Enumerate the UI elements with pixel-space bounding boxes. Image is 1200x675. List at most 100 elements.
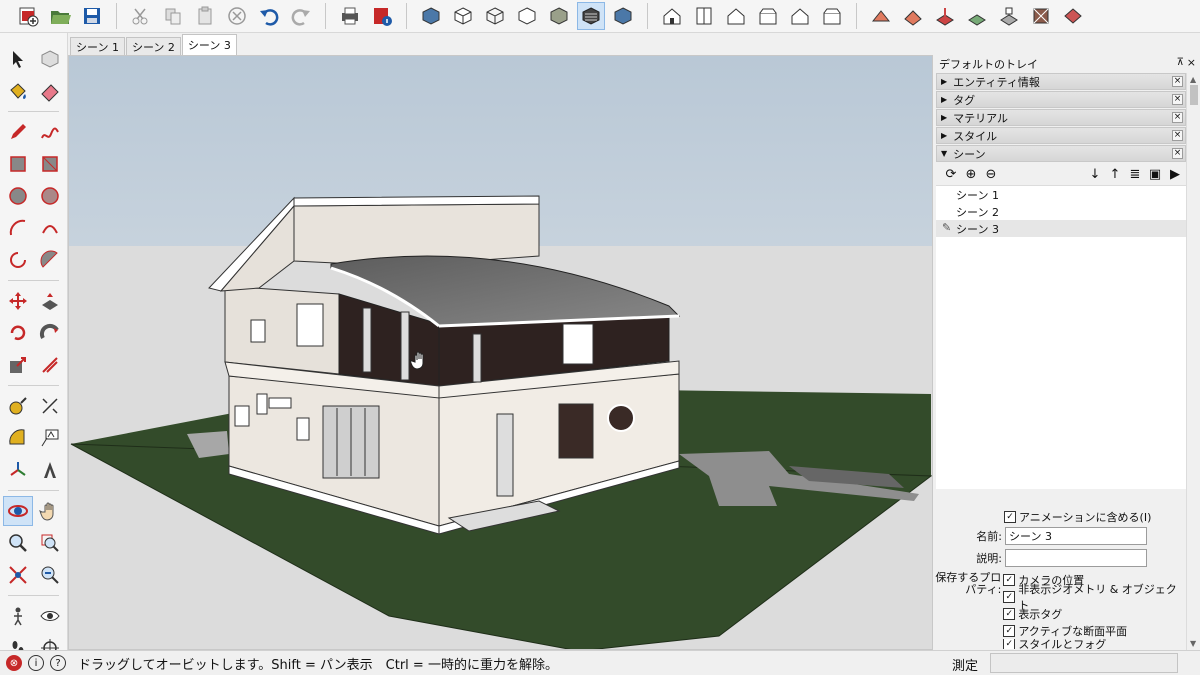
tab-scene-2[interactable]: シーン 2: [125, 37, 181, 55]
axes-button[interactable]: [3, 455, 33, 485]
drape-button[interactable]: [995, 2, 1023, 30]
smoove-button[interactable]: [931, 2, 959, 30]
rotated-rect-button[interactable]: [35, 149, 65, 179]
credits-icon[interactable]: i: [28, 655, 44, 671]
tray-close-icon[interactable]: ×: [1187, 56, 1196, 69]
scene-description-input[interactable]: [1005, 549, 1147, 567]
update-scene-icon[interactable]: ⟳: [942, 165, 960, 183]
arc3-button[interactable]: [3, 245, 33, 275]
sandbox-scratch-button[interactable]: [899, 2, 927, 30]
list-item-scene-1[interactable]: シーン 1: [936, 186, 1186, 203]
checkbox-checked-icon[interactable]: ✓: [1003, 607, 1016, 620]
redo-button[interactable]: [287, 2, 315, 30]
cut-button[interactable]: [127, 2, 155, 30]
paste-button[interactable]: [191, 2, 219, 30]
save-button[interactable]: [78, 2, 106, 30]
offset-button[interactable]: [35, 350, 65, 380]
close-icon[interactable]: ×: [1172, 148, 1183, 159]
front-view-button[interactable]: [722, 2, 750, 30]
close-icon[interactable]: ×: [1172, 76, 1183, 87]
back-view-button[interactable]: [786, 2, 814, 30]
view-options-icon[interactable]: ≣: [1126, 165, 1144, 183]
panel-entity-info[interactable]: ▶ エンティティ情報 ×: [936, 73, 1186, 90]
remove-scene-icon[interactable]: ⊖: [982, 165, 1000, 183]
protractor-button[interactable]: [3, 423, 33, 453]
stamp-button[interactable]: [963, 2, 991, 30]
hidden-line-button[interactable]: [513, 2, 541, 30]
move-button[interactable]: [3, 286, 33, 316]
polygon-button[interactable]: [35, 181, 65, 211]
arc2-button[interactable]: [35, 213, 65, 243]
panel-materials[interactable]: ▶ マテリアル ×: [936, 109, 1186, 126]
back-edges-button[interactable]: [449, 2, 477, 30]
model-viewport[interactable]: [68, 55, 933, 650]
text-button[interactable]: [35, 423, 65, 453]
list-item-scene-3[interactable]: ✎ シーン 3: [936, 220, 1186, 237]
freehand-button[interactable]: [35, 117, 65, 147]
geo-location-icon[interactable]: ⊗: [6, 655, 22, 671]
add-detail-button[interactable]: [1027, 2, 1055, 30]
look-around-button[interactable]: [35, 601, 65, 631]
copy-button[interactable]: [159, 2, 187, 30]
scroll-up-icon[interactable]: ▲: [1190, 75, 1196, 84]
pan-button[interactable]: [35, 496, 65, 526]
scroll-down-icon[interactable]: ▼: [1190, 639, 1196, 648]
previous-view-button[interactable]: [35, 560, 65, 590]
pin-icon[interactable]: ⊼: [1177, 57, 1184, 68]
monochrome-button[interactable]: [609, 2, 637, 30]
wireframe-button[interactable]: [481, 2, 509, 30]
list-item-scene-2[interactable]: シーン 2: [936, 203, 1186, 220]
rectangle-button[interactable]: [3, 149, 33, 179]
follow-me-button[interactable]: [35, 318, 65, 348]
print-button[interactable]: [336, 2, 364, 30]
dimension-button[interactable]: [35, 391, 65, 421]
move-down-icon[interactable]: ↓: [1086, 165, 1104, 183]
close-icon[interactable]: ×: [1172, 94, 1183, 105]
zoom-window-button[interactable]: [35, 528, 65, 558]
scene-name-input[interactable]: シーン 3: [1005, 527, 1147, 545]
erase-button[interactable]: [223, 2, 251, 30]
line-button[interactable]: [3, 117, 33, 147]
panel-tags[interactable]: ▶ タグ ×: [936, 91, 1186, 108]
scale-button[interactable]: [3, 350, 33, 380]
pie-button[interactable]: [35, 245, 65, 275]
panel-scenes[interactable]: ▼ シーン ×: [936, 145, 1186, 162]
move-up-icon[interactable]: ↑: [1106, 165, 1124, 183]
new-file-button[interactable]: [14, 2, 42, 30]
zoom-extents-button[interactable]: [3, 560, 33, 590]
scroll-thumb[interactable]: [1190, 85, 1198, 105]
sandbox-contours-button[interactable]: [867, 2, 895, 30]
shaded-textures-button[interactable]: [577, 2, 605, 30]
left-view-button[interactable]: [818, 2, 846, 30]
right-view-button[interactable]: [754, 2, 782, 30]
xray-button[interactable]: [417, 2, 445, 30]
undo-button[interactable]: [255, 2, 283, 30]
help-icon[interactable]: ?: [50, 655, 66, 671]
open-button[interactable]: [46, 2, 74, 30]
panel-styles[interactable]: ▶ スタイル ×: [936, 127, 1186, 144]
iso-view-button[interactable]: [658, 2, 686, 30]
include-animation-row[interactable]: ✓ アニメーションに含める(I): [934, 508, 1186, 525]
tray-scrollbar[interactable]: ▲ ▼: [1186, 73, 1200, 650]
arc-button[interactable]: [3, 213, 33, 243]
select-button[interactable]: [3, 44, 33, 74]
checkbox-checked-icon[interactable]: ✓: [1003, 624, 1016, 637]
show-thumbnails-icon[interactable]: ▣: [1146, 165, 1164, 183]
flip-edge-button[interactable]: [1059, 2, 1087, 30]
top-view-button[interactable]: [690, 2, 718, 30]
component-button[interactable]: [35, 44, 65, 74]
show-details-icon[interactable]: ▶: [1166, 165, 1184, 183]
checkbox-checked-icon[interactable]: ✓: [1004, 510, 1016, 523]
checkbox-checked-icon[interactable]: ✓: [1003, 639, 1016, 649]
eraser-button[interactable]: [35, 76, 65, 106]
position-camera-button[interactable]: [3, 601, 33, 631]
orbit-button[interactable]: [2, 496, 33, 526]
checkbox-checked-icon[interactable]: ✓: [1003, 590, 1016, 603]
close-icon[interactable]: ×: [1172, 112, 1183, 123]
measurements-input[interactable]: [990, 653, 1178, 673]
zoom-button[interactable]: [3, 528, 33, 558]
paint-bucket-button[interactable]: [3, 76, 33, 106]
rotate-button[interactable]: [3, 318, 33, 348]
tape-measure-button[interactable]: [3, 391, 33, 421]
add-scene-icon[interactable]: ⊕: [962, 165, 980, 183]
